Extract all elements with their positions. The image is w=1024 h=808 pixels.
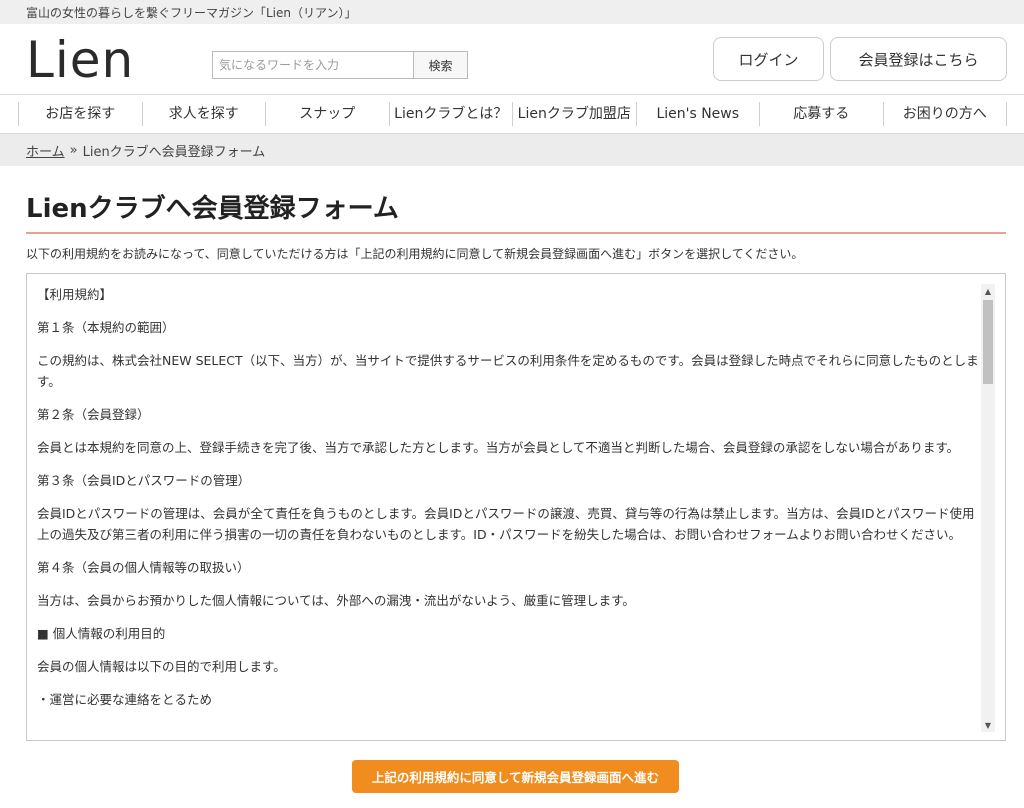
terms-article-1-title: 第１条（本規約の範囲） bbox=[37, 320, 175, 335]
terms-purpose-item: ・運営に必要な連絡をとるため bbox=[37, 692, 213, 707]
breadcrumb: ホーム » Lienクラブへ会員登録フォーム bbox=[0, 134, 1024, 166]
page-title: Lienクラブへ会員登録フォーム bbox=[26, 194, 399, 224]
terms-article-3-body: 会員IDとパスワードの管理は、会員が全て責任を負うものとします。会員IDとパスワ… bbox=[37, 506, 975, 542]
terms-content: 【利用規約】 第１条（本規約の範囲） この規約は、株式会社NEW SELECT（… bbox=[37, 284, 982, 722]
nav-item-help[interactable]: お困りの方へ bbox=[882, 102, 1007, 126]
nav-item-about-club[interactable]: Lienクラブとは？ bbox=[388, 102, 513, 126]
nav-item-find-jobs[interactable]: 求人を探す bbox=[141, 102, 266, 126]
intro-text: 以下の利用規約をお読みになって、同意していただける方は「上記の利用規約に同意して… bbox=[26, 247, 804, 261]
terms-purpose-intro: 会員の個人情報は以下の目的で利用します。 bbox=[37, 659, 286, 674]
agree-and-continue-button[interactable]: 上記の利用規約に同意して新規会員登録画面へ進む bbox=[352, 760, 679, 793]
nav-item-find-shops[interactable]: お店を探す bbox=[18, 102, 142, 126]
breadcrumb-current: Lienクラブへ会員登録フォーム bbox=[82, 144, 266, 160]
site-logo[interactable]: Lien bbox=[26, 32, 134, 88]
nav-item-member-shops[interactable]: Lienクラブ加盟店 bbox=[512, 102, 636, 126]
register-button[interactable]: 会員登録はこちら bbox=[830, 37, 1007, 81]
breadcrumb-separator: » bbox=[69, 142, 78, 158]
scrollbar-thumb[interactable] bbox=[983, 300, 993, 384]
terms-purpose-heading: ■ 個人情報の利用目的 bbox=[37, 626, 166, 641]
search-input[interactable] bbox=[212, 51, 414, 79]
search-button[interactable]: 検索 bbox=[414, 51, 468, 79]
title-divider bbox=[26, 232, 1006, 234]
main-nav: お店を探す 求人を探す スナップ Lienクラブとは？ Lienクラブ加盟店 L… bbox=[0, 94, 1024, 134]
breadcrumb-home-link[interactable]: ホーム bbox=[26, 141, 65, 160]
terms-article-3-title: 第３条（会員IDとパスワードの管理） bbox=[37, 473, 251, 488]
terms-article-2-body: 会員とは本規約を同意の上、登録手続きを完了後、当方で承認した方とします。当方が会… bbox=[37, 440, 960, 455]
site-header: Lien 検索 ログイン 会員登録はこちら bbox=[0, 24, 1024, 94]
login-button[interactable]: ログイン bbox=[713, 37, 824, 81]
site-tagline: 富山の女性の暮らしを繋ぐフリーマガジン「Lien（リアン）」 bbox=[26, 5, 357, 20]
nav-item-news[interactable]: Lien's News bbox=[635, 102, 760, 126]
terms-article-4-title: 第４条（会員の個人情報等の取扱い） bbox=[37, 560, 250, 575]
terms-scrollbar[interactable]: ▲ ▼ bbox=[981, 284, 995, 732]
terms-article-4-body: 当方は、会員からお預かりした個人情報については、外部への漏洩・流出がないよう、厳… bbox=[37, 593, 635, 608]
terms-heading: 【利用規約】 bbox=[37, 287, 113, 302]
terms-article-2-title: 第２条（会員登録） bbox=[37, 407, 150, 422]
search-form: 検索 bbox=[212, 51, 468, 79]
nav-item-snap[interactable]: スナップ bbox=[265, 102, 389, 126]
topbar: 富山の女性の暮らしを繋ぐフリーマガジン「Lien（リアン）」 bbox=[0, 0, 1024, 24]
scroll-down-arrow-icon[interactable]: ▼ bbox=[981, 718, 995, 732]
nav-item-apply[interactable]: 応募する bbox=[759, 102, 883, 126]
terms-box[interactable]: 【利用規約】 第１条（本規約の範囲） この規約は、株式会社NEW SELECT（… bbox=[26, 273, 1006, 741]
scroll-up-arrow-icon[interactable]: ▲ bbox=[981, 284, 995, 298]
terms-article-1-body: この規約は、株式会社NEW SELECT（以下、当方）が、当サイトで提供するサー… bbox=[37, 353, 979, 389]
